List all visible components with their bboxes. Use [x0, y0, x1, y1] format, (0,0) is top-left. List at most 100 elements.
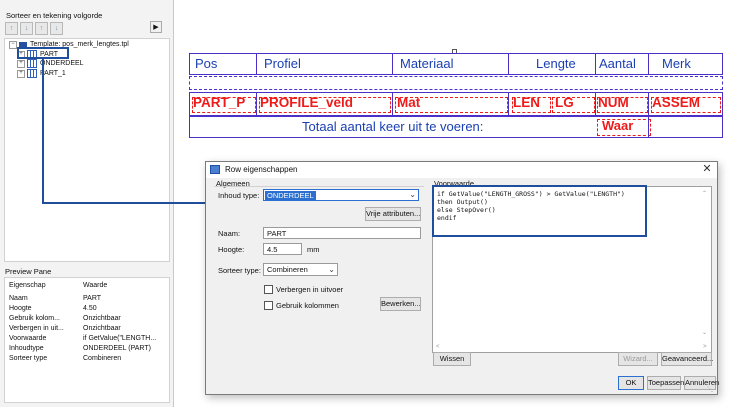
column-divider: [508, 93, 509, 115]
column-divider: [648, 54, 649, 74]
move-up-icon[interactable]: ↓: [20, 22, 33, 35]
template-tree: − Template: pos_merk_lengtes.tpl + PART …: [4, 38, 170, 262]
property-column-header: Eigenschap: [9, 282, 46, 289]
field-length[interactable]: LEN: [513, 95, 549, 110]
scroll-up-icon[interactable]: ⌃: [702, 190, 707, 197]
column-divider: [595, 54, 596, 74]
preview-row: Sorteer type Combineren: [9, 354, 169, 364]
column-divider: [595, 93, 596, 115]
preview-row: Voorwaarde if GetValue("LENGTH...: [9, 334, 169, 344]
tree-item-label: ONDERDEEL: [40, 60, 84, 67]
property-value: Onzichtbaar: [83, 315, 121, 322]
report-data-row[interactable]: PART_P PROFILE_veld Mat LEN LG NUM ASSEM: [189, 92, 723, 116]
expand-toggle-icon[interactable]: +: [17, 69, 25, 78]
tree-item-onderdeel[interactable]: + ONDERDEEL: [17, 59, 84, 68]
row-grid-icon: [27, 59, 37, 68]
report-header-row[interactable]: Pos Profiel Materiaal Lengte Aantal Merk: [189, 53, 723, 75]
move-down-icon[interactable]: ↑: [35, 22, 48, 35]
field-assembly[interactable]: ASSEM: [652, 95, 720, 110]
sort-toolbar: ↑ ↓ ↑ ↓: [5, 22, 63, 35]
move-bottom-icon[interactable]: ↓: [50, 22, 63, 35]
content-type-select[interactable]: ONDERDEEL ⌄: [263, 189, 419, 201]
header-lengte: Lengte: [536, 56, 576, 71]
field-material[interactable]: Mat: [397, 95, 437, 110]
name-label: Naam:: [218, 229, 241, 238]
column-divider: [256, 93, 257, 115]
property-value: ONDERDEEL (PART): [83, 345, 151, 352]
height-label: Hoogte:: [218, 245, 245, 254]
preview-row: Naam PART: [9, 294, 169, 304]
column-divider: [648, 117, 649, 137]
report-spacer-row[interactable]: [189, 76, 723, 90]
free-attributes-button[interactable]: Vrije attributen...: [365, 207, 421, 221]
report-total-row[interactable]: Totaal aantal keer uit te voeren: Waar: [189, 116, 723, 138]
property-name: Hoogte: [9, 305, 32, 312]
header-profiel: Profiel: [264, 56, 301, 71]
preview-pane: Eigenschap Waarde Naam PART Hoogte 4.50 …: [4, 277, 170, 403]
sort-order-label: Sorteer en tekening volgorde: [6, 11, 103, 20]
property-value: 4.50: [83, 305, 97, 312]
wizard-button[interactable]: Wizard...: [618, 352, 658, 366]
use-columns-checkbox[interactable]: [264, 301, 273, 310]
property-value: PART: [83, 295, 102, 302]
sort-type-label: Sorteer type:: [218, 266, 261, 275]
property-value: Combineren: [83, 355, 122, 362]
window-icon: [210, 165, 220, 174]
section-divider: [214, 186, 424, 187]
use-columns-label: Gebruik kolommen: [276, 301, 339, 310]
ok-button[interactable]: OK: [618, 376, 644, 390]
dialog-titlebar[interactable]: Row eigenschappen ✕: [206, 162, 717, 178]
preview-row: Inhoudtype ONDERDEEL (PART): [9, 344, 169, 354]
dialog-title: Row eigenschappen: [225, 165, 298, 174]
advanced-button[interactable]: Geavanceerd...: [661, 352, 713, 366]
header-merk: Merk: [662, 56, 691, 71]
name-field[interactable]: PART: [263, 227, 421, 239]
height-unit: mm: [307, 245, 320, 254]
edit-button[interactable]: Bewerken...: [380, 297, 421, 311]
property-name: Inhoudtype: [9, 345, 44, 352]
move-top-icon[interactable]: ↑: [5, 22, 18, 35]
field-number[interactable]: NUM: [598, 95, 646, 110]
row-grid-icon: [27, 69, 37, 78]
sort-type-select[interactable]: Combineren ⌄: [263, 263, 338, 276]
preview-row: Verbergen in uit... Onzichtbaar: [9, 324, 169, 334]
collapse-toggle-icon[interactable]: −: [9, 40, 17, 49]
content-type-label: Inhoud type:: [218, 191, 260, 200]
property-name: Gebruik kolom...: [9, 315, 60, 322]
preview-row: Hoogte 4.50: [9, 304, 169, 314]
collapse-panel-button[interactable]: ▶: [150, 21, 162, 33]
scroll-left-icon[interactable]: <: [436, 344, 440, 350]
field-profile[interactable]: PROFILE_veld: [260, 95, 390, 110]
resize-grip-icon[interactable]: ⋱: [707, 386, 715, 394]
height-field[interactable]: 4.5: [263, 243, 302, 255]
chevron-down-icon: ⌄: [409, 190, 416, 199]
property-name: Verbergen in uit...: [9, 325, 64, 332]
expand-toggle-icon[interactable]: +: [17, 59, 25, 68]
preview-header: Eigenschap Waarde: [9, 281, 169, 291]
scroll-right-icon[interactable]: >: [703, 344, 707, 350]
chevron-down-icon: ⌄: [328, 265, 335, 274]
content-type-value: ONDERDEEL: [265, 191, 316, 200]
hide-in-output-checkbox[interactable]: [264, 285, 273, 294]
column-divider: [648, 93, 649, 115]
hide-in-output-label: Verbergen in uitvoer: [276, 285, 344, 294]
preview-row: Gebruik kolom... Onzichtbaar: [9, 314, 169, 324]
field-total[interactable]: Waar: [602, 118, 633, 133]
clear-button[interactable]: Wissen: [433, 352, 471, 366]
total-label: Totaal aantal keer uit te voeren:: [302, 119, 484, 134]
preview-pane-title: Preview Pane: [5, 267, 52, 276]
column-divider: [392, 93, 393, 115]
header-pos: Pos: [195, 56, 218, 71]
header-materiaal: Materiaal: [400, 56, 454, 71]
property-name: Sorteer type: [9, 355, 48, 362]
scroll-down-icon[interactable]: ⌄: [702, 329, 707, 336]
field-length-gross[interactable]: LG: [555, 95, 593, 110]
property-value: if GetValue("LENGTH...: [83, 335, 157, 342]
value-column-header: Waarde: [83, 282, 108, 289]
close-icon[interactable]: ✕: [700, 163, 714, 176]
connector-line: [42, 59, 44, 204]
condition-highlight-box: [432, 185, 647, 237]
field-part-pos[interactable]: PART_P: [193, 95, 255, 110]
column-divider: [256, 54, 257, 74]
apply-button[interactable]: Toepassen: [647, 376, 684, 390]
